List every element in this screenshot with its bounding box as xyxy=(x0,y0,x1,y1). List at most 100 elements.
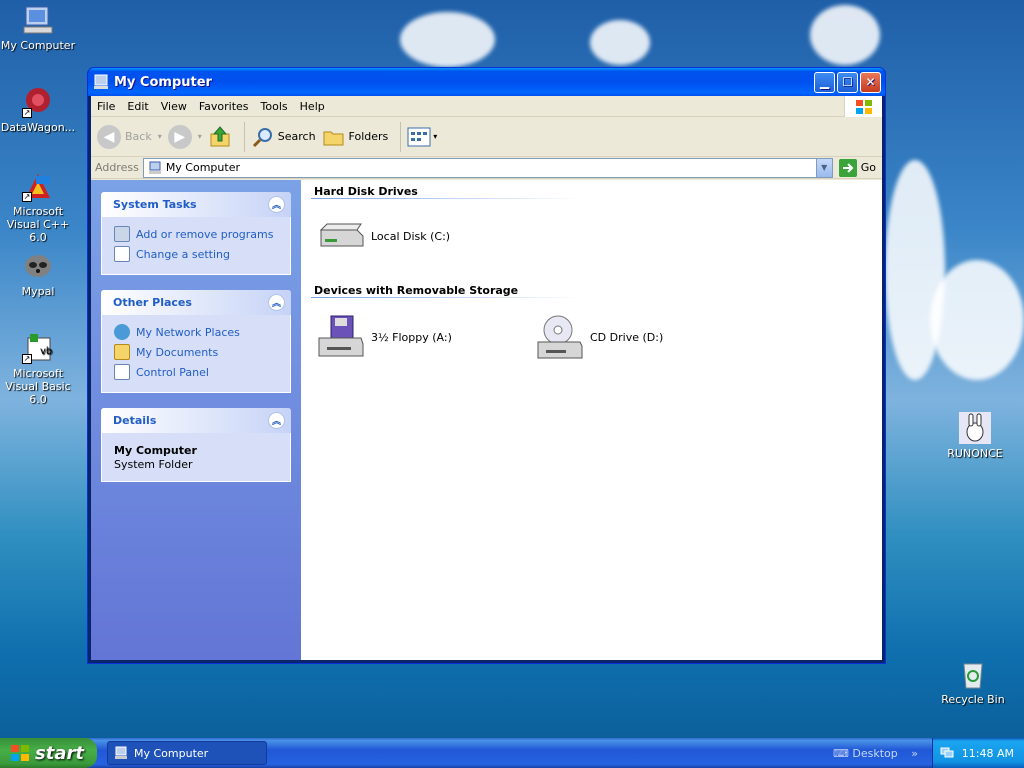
up-folder-icon xyxy=(210,125,230,146)
computer-icon xyxy=(115,746,127,759)
raccoon-icon xyxy=(22,250,54,282)
cloud xyxy=(590,20,650,65)
group-title-removable: Devices with Removable Storage xyxy=(314,284,519,297)
computer-icon xyxy=(93,74,109,90)
menu-tools[interactable]: Tools xyxy=(255,100,294,113)
menu-edit[interactable]: Edit xyxy=(121,100,154,113)
network-icon xyxy=(114,324,130,340)
datawagon-icon: ↗ xyxy=(22,86,54,118)
cloud xyxy=(400,12,495,67)
my-network-places-link[interactable]: My Network Places xyxy=(114,322,278,342)
search-label: Search xyxy=(277,130,316,143)
recycle-bin-icon xyxy=(957,658,989,690)
go-button[interactable]: Go xyxy=(838,158,876,177)
desktop-icon-mypal[interactable]: Mypal xyxy=(0,250,78,298)
collapse-chevron-icon[interactable]: ︽ xyxy=(268,294,285,311)
other-places-panel: Other Places ︽ My Network Places My Docu… xyxy=(101,290,291,393)
drive-floppy-a[interactable]: 3½ Floppy (A:) xyxy=(317,314,452,360)
title-bar[interactable]: My Computer ▁ ☐ ✕ xyxy=(88,68,885,96)
chevron-right-icon[interactable]: » xyxy=(911,747,918,760)
desktop-icon-recycle-bin[interactable]: Recycle Bin xyxy=(933,658,1013,706)
collapse-chevron-icon[interactable]: ︽ xyxy=(268,196,285,213)
cloud xyxy=(810,5,880,65)
file-view: Hard Disk Drives Local Disk (C:) Devices… xyxy=(301,180,882,660)
system-tray: 11:48 AM xyxy=(932,738,1024,768)
start-label: start xyxy=(35,742,84,764)
change-setting-link[interactable]: Change a setting xyxy=(114,244,278,264)
computer-icon xyxy=(148,161,161,174)
my-computer-window: My Computer ▁ ☐ ✕ File Edit View Favorit… xyxy=(87,67,886,664)
folder-icon xyxy=(323,131,344,145)
desktop-icon-label: DataWagon... xyxy=(0,121,76,134)
network-tray-icon[interactable] xyxy=(940,745,954,762)
details-name: My Computer xyxy=(114,444,197,457)
group-title-hard-disks: Hard Disk Drives xyxy=(314,185,418,198)
desktop-icon-runonce[interactable]: RUNONCE xyxy=(935,412,1015,460)
clock[interactable]: 11:48 AM xyxy=(962,747,1014,760)
up-folder-button[interactable] xyxy=(208,125,232,149)
views-button[interactable]: ▾ xyxy=(407,127,437,147)
menu-favorites[interactable]: Favorites xyxy=(193,100,255,113)
go-arrow-icon xyxy=(838,158,857,177)
floppy-drive-icon xyxy=(318,315,364,357)
keyboard-icon: ⌨ xyxy=(833,746,849,760)
menu-help[interactable]: Help xyxy=(294,100,331,113)
desktop-icon-visual-basic[interactable]: vb ↗ Microsoft Visual Basic 6.0 xyxy=(0,332,78,406)
add-remove-programs-icon xyxy=(114,226,130,242)
desktop-icon-label: Microsoft Visual Basic 6.0 xyxy=(5,367,71,406)
back-button[interactable]: ◀ Back ▾ xyxy=(97,124,162,149)
desktop-toolbar[interactable]: ⌨ Desktop » xyxy=(833,747,918,760)
hard-drive-icon xyxy=(319,223,364,247)
forward-button[interactable]: ▶ ▾ xyxy=(167,124,202,149)
address-label: Address xyxy=(95,161,139,174)
toolbar: ◀ Back ▾ ▶ ▾ Search Folders ▾ xyxy=(91,117,882,157)
system-tasks-panel: System Tasks ︽ Add or remove programs Ch… xyxy=(101,192,291,275)
panel-title: Other Places xyxy=(113,296,192,309)
menu-file[interactable]: File xyxy=(91,100,121,113)
folders-label: Folders xyxy=(348,130,389,143)
folders-button[interactable]: Folders xyxy=(322,125,389,149)
details-type: System Folder xyxy=(114,458,193,471)
address-dropdown-button[interactable]: ▼ xyxy=(815,158,832,177)
my-documents-link[interactable]: My Documents xyxy=(114,342,278,362)
windows-logo-icon xyxy=(11,745,29,761)
windows-logo-icon xyxy=(844,96,882,117)
panel-title: System Tasks xyxy=(113,198,197,211)
go-label: Go xyxy=(860,161,876,174)
desktop-icon-visual-cpp[interactable]: ↗ Microsoft Visual C++ 6.0 xyxy=(0,170,78,244)
address-input[interactable]: My Computer ▼ xyxy=(142,157,833,178)
views-icon xyxy=(407,127,431,146)
back-arrow-icon: ◀ xyxy=(97,124,121,149)
taskbar-item-my-computer[interactable]: My Computer xyxy=(107,741,267,765)
search-button[interactable]: Search xyxy=(251,125,316,149)
menu-view[interactable]: View xyxy=(155,100,193,113)
address-value: My Computer xyxy=(165,161,240,174)
panel-title: Details xyxy=(113,414,157,427)
desktop-icon-label: Recycle Bin xyxy=(941,693,1005,706)
window-title: My Computer xyxy=(114,74,212,90)
forward-arrow-icon: ▶ xyxy=(167,124,192,149)
maximize-button[interactable]: ☐ xyxy=(837,71,858,93)
desktop-icon-my-computer[interactable]: My Computer xyxy=(0,4,78,52)
collapse-chevron-icon[interactable]: ︽ xyxy=(268,412,285,429)
drive-cd-d[interactable]: CD Drive (D:) xyxy=(536,314,663,360)
drive-local-disk-c[interactable]: Local Disk (C:) xyxy=(317,222,450,250)
visual-basic-icon: vb ↗ xyxy=(22,332,54,364)
desktop-icon-label: Mypal xyxy=(21,285,55,298)
details-panel: Details ︽ My Computer System Folder xyxy=(101,408,291,482)
close-button[interactable]: ✕ xyxy=(860,71,881,93)
minimize-button[interactable]: ▁ xyxy=(814,71,835,93)
control-panel-icon xyxy=(114,246,130,262)
details-header[interactable]: Details ︽ xyxy=(101,408,291,433)
start-button[interactable]: start xyxy=(0,738,97,768)
menu-bar: File Edit View Favorites Tools Help xyxy=(91,96,882,117)
add-remove-programs-link[interactable]: Add or remove programs xyxy=(114,224,278,244)
system-tasks-header[interactable]: System Tasks ︽ xyxy=(101,192,291,217)
other-places-header[interactable]: Other Places ︽ xyxy=(101,290,291,315)
control-panel-link[interactable]: Control Panel xyxy=(114,362,278,382)
back-label: Back xyxy=(125,130,152,143)
desktop-icon-datawagon[interactable]: ↗ DataWagon... xyxy=(0,86,78,134)
desktop-icon-label: Microsoft Visual C++ 6.0 xyxy=(6,205,70,244)
desktop-icon-label: RUNONCE xyxy=(947,447,1003,460)
desktop-icon-label: My Computer xyxy=(0,39,76,52)
